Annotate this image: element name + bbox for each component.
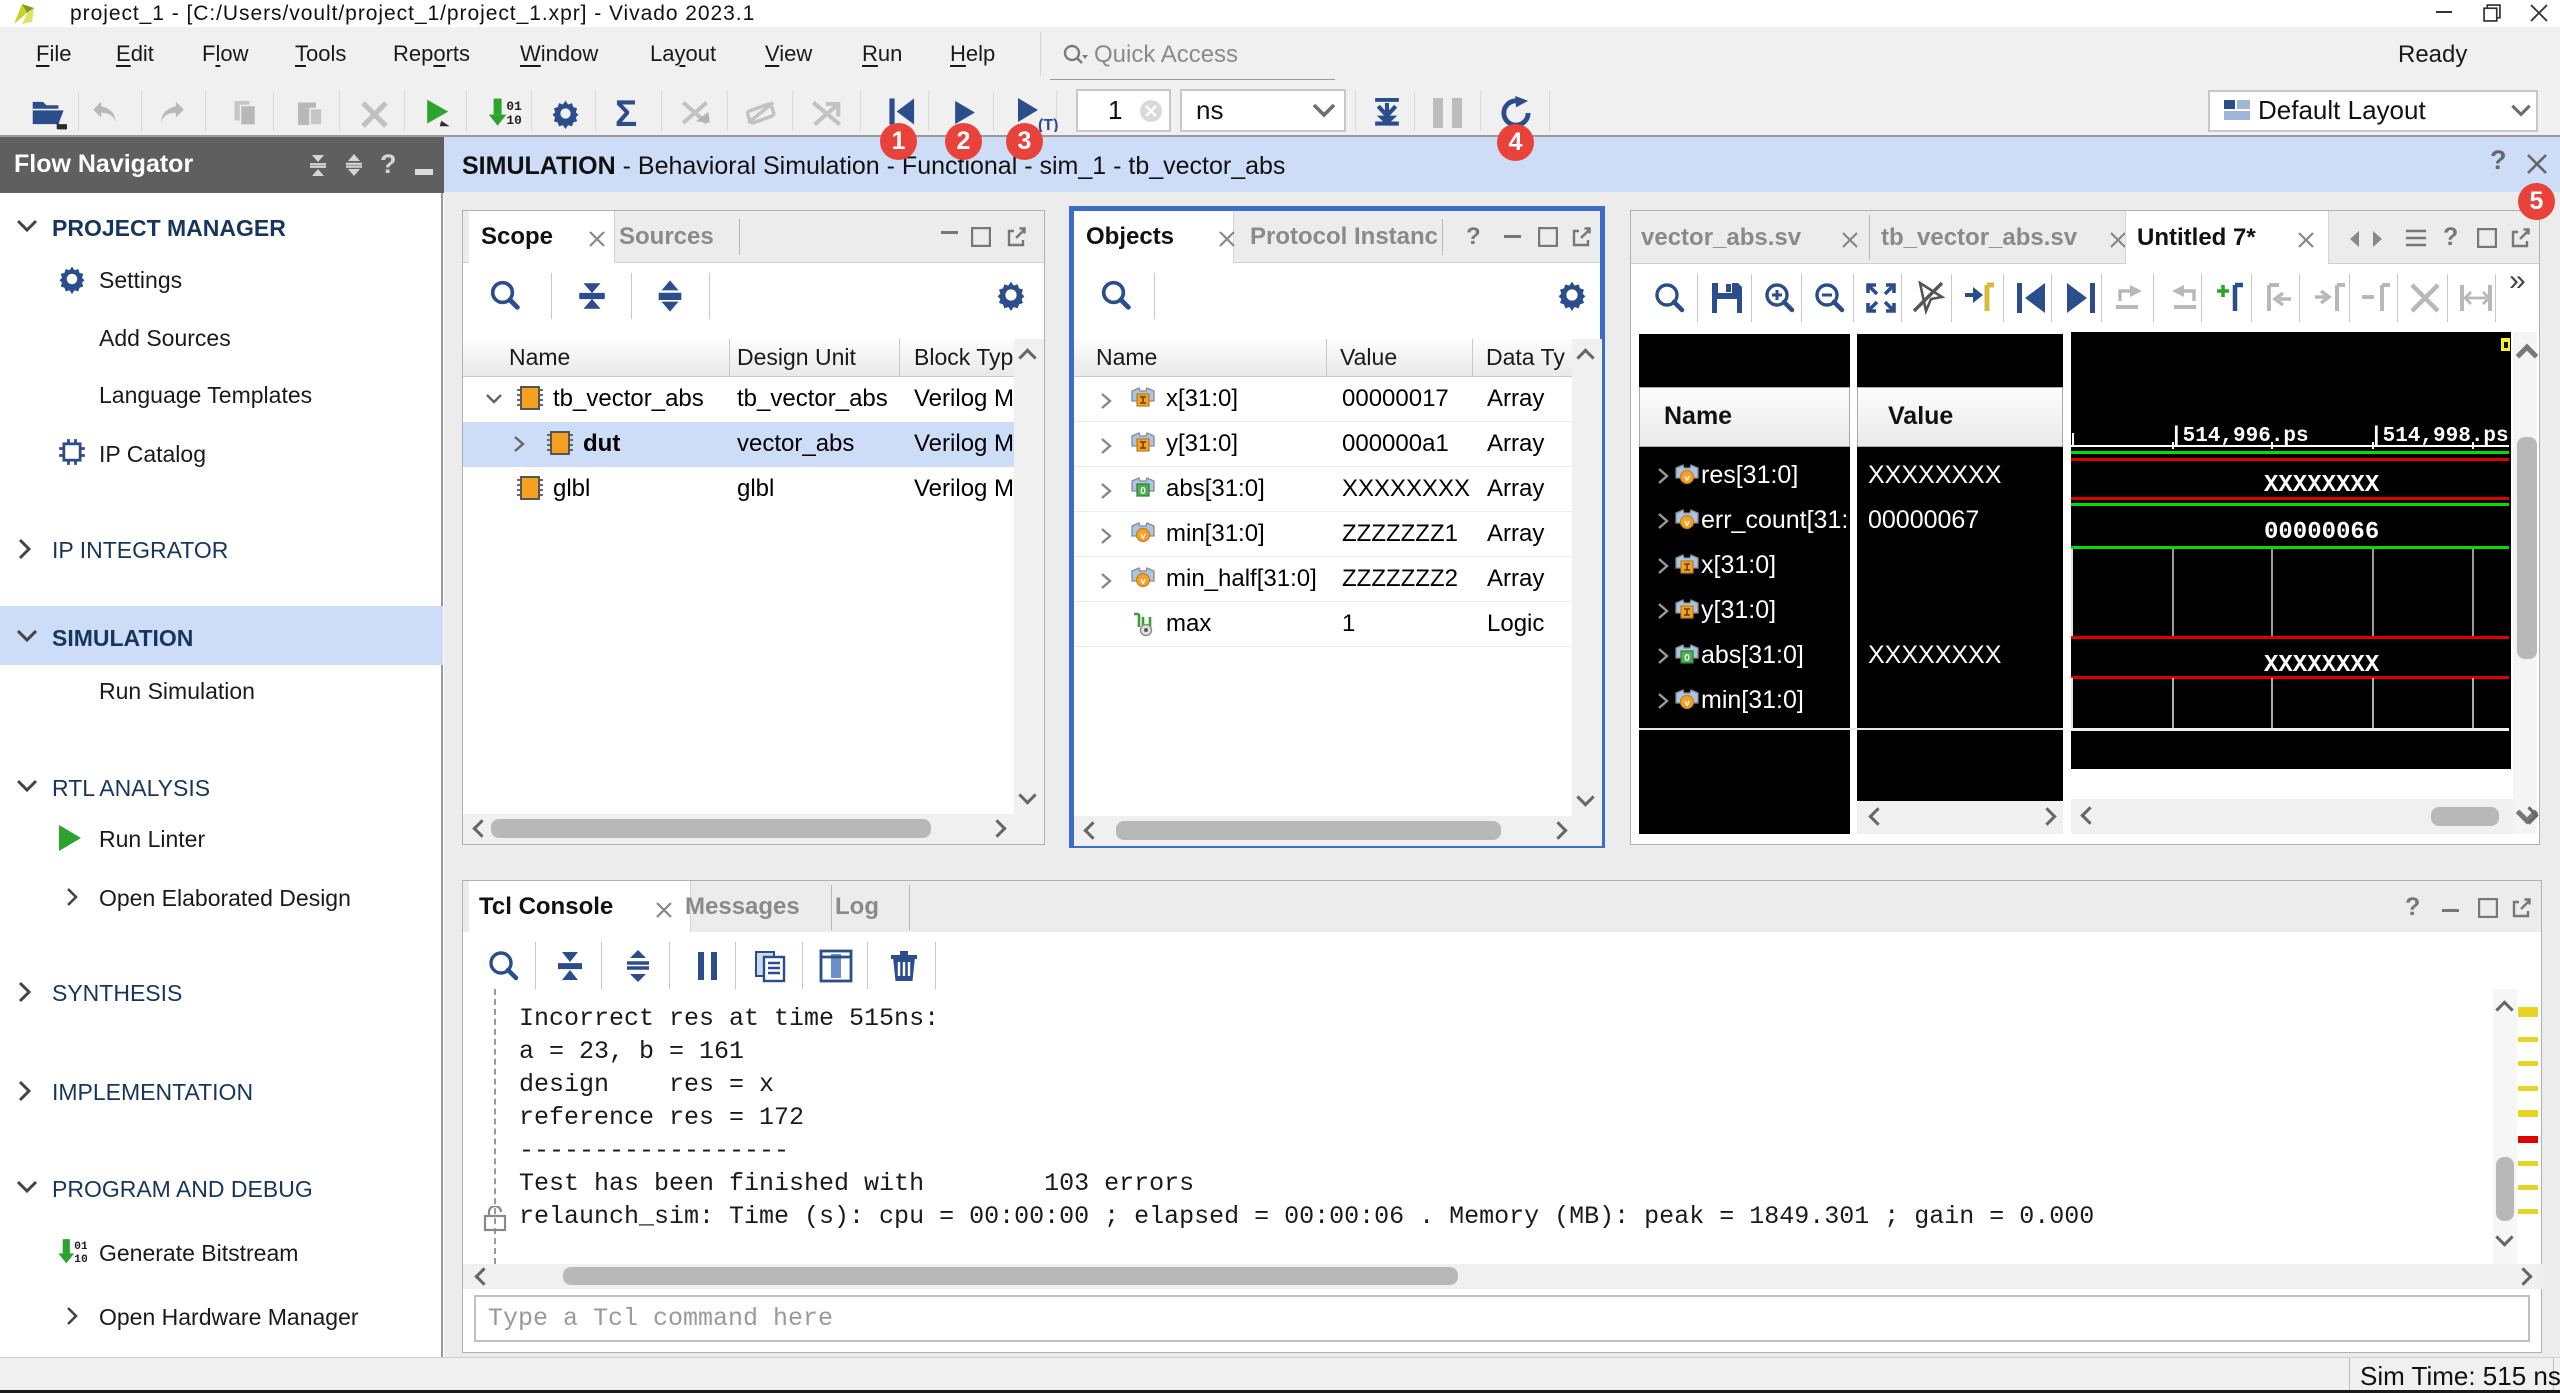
svg-text:v: v (1684, 698, 1689, 708)
svg-text:v: v (1684, 518, 1689, 528)
svg-text:01: 01 (506, 99, 522, 114)
svg-text:0: 0 (1140, 486, 1146, 497)
svg-text:0: 0 (1684, 653, 1690, 664)
svg-text:(T): (T) (1038, 117, 1058, 132)
svg-text:01: 01 (74, 1240, 87, 1253)
svg-text:10: 10 (74, 1253, 87, 1266)
svg-text:v: v (1140, 531, 1145, 541)
svg-text:v: v (1140, 576, 1145, 586)
svg-text:v: v (1684, 473, 1689, 483)
svg-text:10: 10 (506, 113, 521, 128)
